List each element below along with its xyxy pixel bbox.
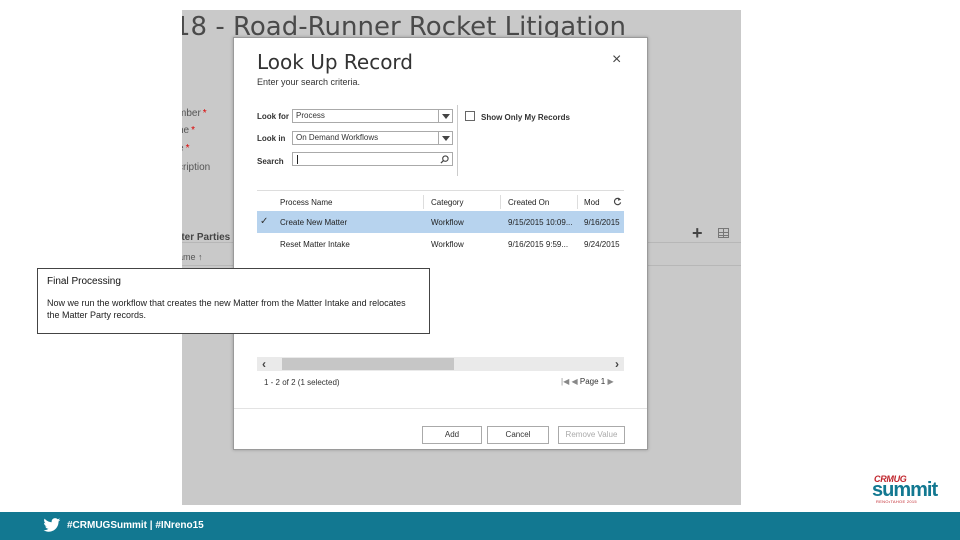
close-icon[interactable]: ×	[612, 51, 621, 69]
grid-view-icon[interactable]	[718, 228, 729, 238]
field-label-description: cription	[182, 162, 211, 173]
horizontal-scrollbar[interactable]: ‹ ›	[257, 357, 624, 371]
callout-title: Final Processing	[47, 276, 121, 287]
cancel-button[interactable]: Cancel	[487, 426, 549, 444]
column-header-category[interactable]: Category	[431, 198, 463, 207]
field-label-number: mber *	[182, 108, 207, 119]
divider	[457, 105, 458, 176]
refresh-icon[interactable]	[613, 197, 622, 206]
text-caret	[297, 155, 298, 164]
look-in-label: Look in	[257, 134, 286, 143]
look-for-value: Process	[296, 111, 325, 120]
look-for-select[interactable]: Process	[292, 109, 453, 123]
hashtag-text: #CRMUGSummit | #INreno15	[67, 520, 204, 531]
show-only-my-records-checkbox[interactable]	[465, 111, 475, 121]
field-label-name: ne*	[182, 125, 196, 136]
grid-header: Process Name Category Created On Mod	[257, 190, 624, 212]
selected-check-icon: ✓	[260, 216, 269, 227]
annotation-callout: Final Processing Now we run the workflow…	[37, 268, 430, 334]
footer-bar: #CRMUGSummit | #INreno15	[0, 512, 960, 540]
table-row[interactable]: Reset Matter Intake Workflow 9/16/2015 9…	[257, 233, 624, 255]
look-in-select[interactable]: On Demand Workflows	[292, 131, 453, 145]
twitter-icon	[43, 518, 61, 532]
cell-category: Workflow	[431, 240, 464, 249]
add-button[interactable]: Add	[422, 426, 482, 444]
show-only-my-records-label: Show Only My Records	[481, 113, 570, 122]
required-marker: *	[185, 143, 190, 154]
dialog-subtitle: Enter your search criteria.	[257, 77, 361, 87]
divider	[234, 408, 647, 409]
remove-value-button[interactable]: Remove Value	[558, 426, 625, 444]
column-header-created-on[interactable]: Created On	[508, 198, 549, 207]
look-up-record-dialog: Look Up Record Enter your search criteri…	[233, 37, 648, 450]
search-label: Search	[257, 157, 284, 166]
chevron-right-icon[interactable]: ›	[610, 357, 624, 371]
scrollbar-thumb[interactable]	[282, 358, 454, 370]
chevron-left-icon[interactable]: ‹	[257, 357, 271, 371]
subgrid-column-header: ame ↑	[182, 252, 203, 262]
field-label-type: e*	[182, 143, 189, 154]
page-number: Page 1	[579, 377, 606, 386]
search-icon[interactable]	[440, 155, 449, 164]
cell-created-on: 9/15/2015 10:09...	[508, 218, 573, 227]
chevron-down-icon[interactable]	[438, 110, 452, 122]
search-input[interactable]	[292, 152, 453, 166]
cell-created-on: 9/16/2015 9:59...	[508, 240, 569, 249]
cell-process-name[interactable]: Reset Matter Intake	[280, 240, 350, 249]
look-for-label: Look for	[257, 112, 289, 121]
required-marker: *	[202, 108, 207, 119]
dialog-title: Look Up Record	[257, 50, 413, 74]
cell-category: Workflow	[431, 218, 464, 227]
record-count: 1 - 2 of 2 (1 selected)	[264, 378, 340, 387]
column-header-modified-on[interactable]: Mod	[584, 198, 600, 207]
first-page-icon[interactable]: |◀	[561, 377, 569, 386]
column-header-process-name[interactable]: Process Name	[280, 198, 332, 207]
plus-icon[interactable]: +	[692, 223, 703, 244]
cell-process-name[interactable]: Create New Matter	[280, 218, 347, 227]
cell-modified-on: 9/16/2015	[584, 218, 620, 227]
chevron-down-icon[interactable]	[438, 132, 452, 144]
crmug-summit-logo: CRMUG summit RENO•TAHOE 2015	[872, 474, 938, 504]
next-page-icon[interactable]: ▶	[607, 377, 613, 386]
previous-page-icon[interactable]: ◀	[571, 377, 577, 386]
pager: |◀ ◀ Page 1 ▶	[561, 377, 614, 386]
look-in-value: On Demand Workflows	[296, 133, 379, 142]
cell-modified-on: 9/24/2015	[584, 240, 620, 249]
required-marker: *	[191, 125, 196, 136]
table-row[interactable]: ✓ Create New Matter Workflow 9/15/2015 1…	[257, 211, 624, 233]
callout-body: Now we run the workflow that creates the…	[47, 298, 406, 320]
